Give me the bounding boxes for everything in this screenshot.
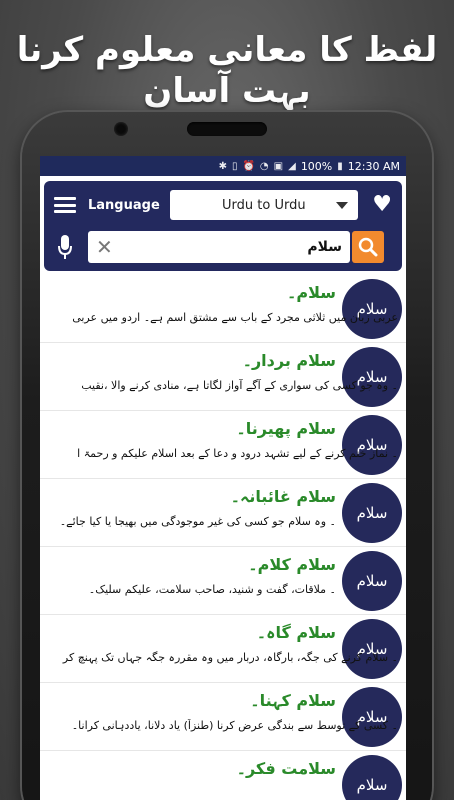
entry-word: سلام غائبانہ۔ — [230, 487, 336, 506]
language-selected-value: Urdu to Urdu — [222, 197, 306, 213]
entry-thumb: سلام — [342, 619, 402, 679]
search-input[interactable]: ✕ سلام — [88, 231, 350, 263]
search-query-text: سلام — [307, 239, 342, 255]
app-screen: ✱ ▯ ⏰ ◔ ▣ ◢ 100% ▮ 12:30 AM Language Urd… — [40, 156, 406, 800]
entry-word: سلام بردار۔ — [242, 351, 336, 370]
app-toolbar: Language Urdu to Urdu ♥ ✕ سلام — [44, 181, 402, 271]
list-item[interactable]: سلام سلام۔ عربی زبان میں ثلاثی مجرد کے ب… — [40, 275, 406, 343]
camera-lens — [114, 122, 128, 136]
entry-meaning: ۔ سلام کرنے کی جگہ، بارگاہ، دربار میں وہ… — [62, 651, 398, 664]
alarm-icon: ⏰ — [242, 160, 255, 172]
list-item[interactable]: سلام سلام گاہ۔ ۔ سلام کرنے کی جگہ، بارگا… — [40, 615, 406, 683]
entry-meaning: ۔ وہ سلام جو کسی کی غیر موجودگی میں بھیج… — [59, 515, 336, 528]
entry-thumb: سلام — [342, 687, 402, 747]
list-item[interactable]: سلام سلام پھیرنا۔ ۔ نماز ختم کرنے کے لیے… — [40, 411, 406, 479]
entry-word: سلام کلام۔ — [248, 555, 336, 574]
entry-thumb: سلام — [342, 755, 402, 800]
entry-word: سلامت فکر۔ — [236, 759, 336, 778]
entry-meaning: ۔ کسی کے توسط سے بندگی عرض کرنا (طنزاً) … — [71, 719, 398, 732]
entry-meaning: ۔ ملاقات، گفت و شنید، صاحب سلامت، علیکم … — [88, 583, 336, 596]
sim-icon: ▣ — [273, 160, 284, 172]
entry-meaning: عربی زبان میں ثلاثی مجرد کے باب سے مشتق … — [72, 311, 398, 324]
search-icon — [358, 237, 378, 257]
search-button[interactable] — [352, 231, 384, 263]
earpiece-speaker — [187, 122, 267, 136]
favorite-heart-icon[interactable]: ♥ — [372, 194, 392, 216]
language-label: Language — [88, 197, 160, 213]
entry-word: سلام گاہ۔ — [256, 623, 336, 642]
signal-icon: ◢ — [288, 160, 296, 172]
results-list: سلام سلام۔ عربی زبان میں ثلاثی مجرد کے ب… — [40, 275, 406, 800]
hamburger-menu-icon[interactable] — [54, 197, 76, 213]
clear-x-icon[interactable]: ✕ — [96, 237, 113, 257]
chevron-down-icon — [335, 202, 348, 209]
list-item[interactable]: سلام سلام کلام۔ ۔ ملاقات، گفت و شنید، صا… — [40, 547, 406, 615]
list-item[interactable]: سلام سلامت فکر۔ — [40, 751, 406, 800]
entry-word: سلام پھیرنا۔ — [236, 419, 336, 438]
list-item[interactable]: سلام سلام غائبانہ۔ ۔ وہ سلام جو کسی کی غ… — [40, 479, 406, 547]
promo-title: لفظ کا معانی معلوم کرنا بہت آسان — [16, 30, 438, 111]
wifi-icon: ◔ — [259, 160, 269, 172]
status-bar: ✱ ▯ ⏰ ◔ ▣ ◢ 100% ▮ 12:30 AM — [40, 156, 406, 176]
entry-meaning: ۔ وہ جو کسی کی سواری کے آگے آواز لگاتا ہ… — [81, 379, 398, 392]
battery-percent: 100% — [300, 159, 333, 173]
vibrate-icon: ▯ — [231, 160, 238, 172]
entry-word: سلام۔ — [287, 283, 336, 302]
clock: 12:30 AM — [347, 159, 400, 173]
entry-thumb: سلام — [342, 483, 402, 543]
entry-word: سلام کہنا۔ — [250, 691, 336, 710]
bluetooth-icon: ✱ — [218, 160, 227, 172]
entry-meaning: ۔ نماز ختم کرنے کے لیے تشہد درود و دعا ک… — [77, 447, 398, 460]
battery-icon: ▮ — [337, 160, 343, 172]
language-dropdown[interactable]: Urdu to Urdu — [169, 190, 358, 220]
list-item[interactable]: سلام سلام کہنا۔ ۔ کسی کے توسط سے بندگی ع… — [40, 683, 406, 751]
list-item[interactable]: سلام سلام بردار۔ ۔ وہ جو کسی کی سواری کے… — [40, 343, 406, 411]
microphone-icon[interactable] — [54, 235, 76, 259]
entry-thumb: سلام — [342, 347, 402, 407]
entry-thumb: سلام — [342, 279, 402, 339]
entry-thumb: سلام — [342, 551, 402, 611]
entry-thumb: سلام — [342, 415, 402, 475]
